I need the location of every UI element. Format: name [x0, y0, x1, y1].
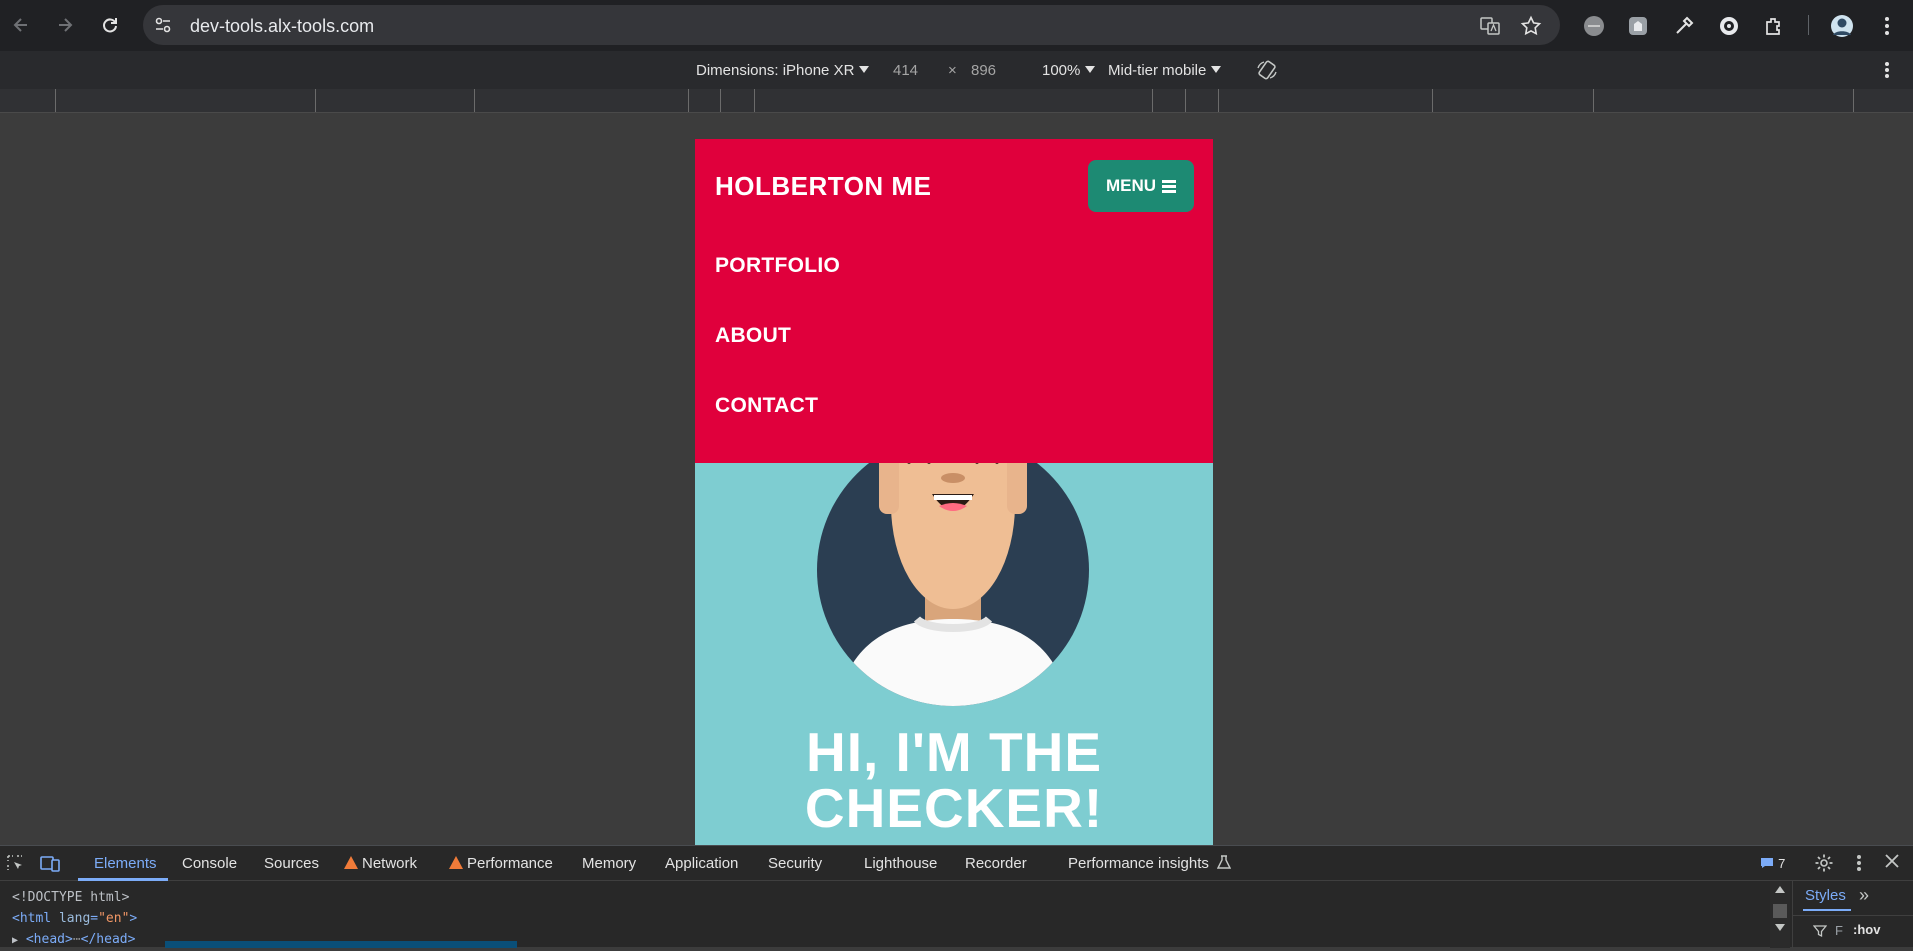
browser-toolbar: dev-tools.alx-tools.com: [0, 0, 1913, 51]
zoom-select[interactable]: 100%: [1042, 62, 1096, 79]
styles-filter-input[interactable]: F: [1835, 923, 1843, 938]
device-height-input[interactable]: 896: [971, 62, 996, 79]
inspect-element-icon[interactable]: [6, 854, 24, 876]
tab-memory[interactable]: Memory: [582, 855, 636, 872]
reload-button[interactable]: [97, 11, 123, 39]
extension-3-icon[interactable]: [1717, 14, 1741, 38]
nav-link-about[interactable]: ABOUT: [715, 324, 791, 348]
menu-button-label: MENU: [1105, 176, 1157, 195]
profile-avatar[interactable]: [1830, 14, 1854, 38]
site-header: HOLBERTON ME MENU PORTFOLIO ABOUT CONTAC…: [695, 139, 1213, 463]
nav-link-portfolio[interactable]: PORTFOLIO: [715, 254, 840, 278]
extensions-puzzle-icon[interactable]: [1762, 14, 1786, 38]
device-viewport: HOLBERTON ME MENU PORTFOLIO ABOUT CONTAC…: [695, 139, 1213, 845]
site-brand[interactable]: HOLBERTON ME: [715, 171, 931, 202]
back-button[interactable]: [8, 11, 34, 39]
close-devtools-icon[interactable]: [1884, 853, 1900, 873]
dimension-times-icon: ×: [948, 62, 957, 79]
tab-recorder[interactable]: Recorder: [965, 855, 1027, 872]
styles-pane: Styles » F :hov: [1792, 881, 1913, 948]
device-toggle-icon[interactable]: [40, 854, 60, 876]
rotate-icon[interactable]: [1256, 59, 1278, 85]
devtools-tabbar: Elements Console Sources Network Perform…: [0, 846, 1913, 881]
hamburger-icon: [1162, 178, 1177, 195]
tab-console[interactable]: Console: [182, 855, 237, 872]
site-settings-icon[interactable]: [153, 15, 173, 35]
device-toolbar: Dimensions: iPhone XR 414 × 896 100% Mid…: [0, 51, 1913, 89]
tab-application[interactable]: Application: [665, 855, 738, 872]
issues-counter[interactable]: 7: [1760, 855, 1785, 872]
eyedropper-icon[interactable]: [1672, 14, 1696, 38]
tab-sources[interactable]: Sources: [264, 855, 319, 872]
url-text[interactable]: dev-tools.alx-tools.com: [190, 16, 374, 37]
arrow-left-icon: [13, 18, 27, 32]
browser-menu-icon[interactable]: [1875, 14, 1899, 38]
device-toolbar-more-icon[interactable]: [1884, 60, 1890, 84]
devtools-more-icon[interactable]: [1856, 853, 1862, 877]
issues-icon: [1761, 858, 1773, 868]
tab-security[interactable]: Security: [768, 855, 822, 872]
media-query-ruler[interactable]: [0, 89, 1913, 113]
reload-icon: [103, 18, 117, 33]
devtools-panel: Elements Console Sources Network Perform…: [0, 845, 1913, 948]
tab-elements[interactable]: Elements: [94, 855, 157, 872]
html-tag-line[interactable]: <html lang="en">: [12, 908, 137, 929]
device-width-input[interactable]: 414: [893, 62, 918, 79]
translate-icon[interactable]: [1479, 15, 1501, 37]
throttling-select[interactable]: Mid-tier mobile: [1108, 62, 1222, 79]
flask-icon: [1216, 855, 1232, 869]
filter-icon[interactable]: [1812, 924, 1828, 943]
hero-line-2: CHECKER!: [804, 777, 1104, 839]
hov-toggle[interactable]: :hov: [1853, 922, 1881, 937]
hero-heading: HI, I'M THE CHECKER!: [695, 724, 1213, 836]
settings-gear-icon[interactable]: [1814, 853, 1834, 877]
bookmark-star-icon[interactable]: [1520, 15, 1542, 37]
elements-scrollbar[interactable]: [1770, 881, 1790, 948]
more-tabs-chevron-icon[interactable]: »: [1859, 885, 1869, 906]
tab-lighthouse[interactable]: Lighthouse: [864, 855, 937, 872]
nav-link-contact[interactable]: CONTACT: [715, 394, 818, 418]
arrow-right-icon: [59, 18, 73, 32]
warning-icon: [449, 856, 463, 869]
head-tag-line[interactable]: ▶ <head>⋯</head>: [12, 929, 137, 951]
device-dimensions-select[interactable]: Dimensions: iPhone XR: [696, 62, 870, 79]
extension-1-icon[interactable]: [1582, 14, 1606, 38]
hero-line-1: HI, I'M THE: [805, 721, 1103, 783]
extension-2-icon[interactable]: [1626, 14, 1650, 38]
forward-button[interactable]: [52, 11, 78, 39]
tab-styles[interactable]: Styles: [1805, 887, 1846, 904]
warning-icon: [344, 856, 358, 869]
menu-button[interactable]: MENU: [1088, 160, 1194, 212]
checker-avatar-illustration: [817, 434, 1089, 706]
elements-dom-tree[interactable]: <!DOCTYPE html> <html lang="en"> ▶ <head…: [12, 887, 137, 951]
tab-network[interactable]: Network: [344, 855, 417, 872]
doctype-line[interactable]: <!DOCTYPE html>: [12, 887, 137, 908]
address-bar[interactable]: dev-tools.alx-tools.com: [143, 5, 1560, 45]
tab-performance[interactable]: Performance: [449, 855, 553, 872]
tab-performance-insights[interactable]: Performance insights: [1068, 855, 1232, 872]
